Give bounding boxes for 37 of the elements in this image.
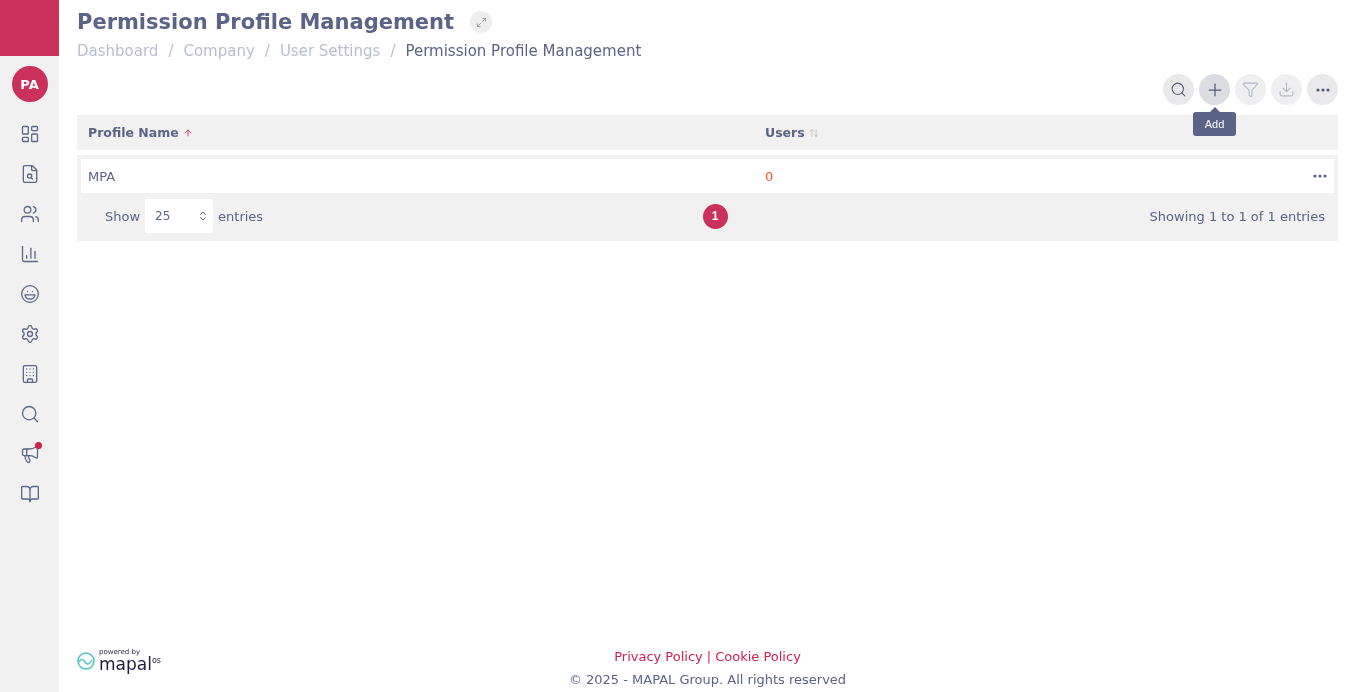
- settings-icon[interactable]: [19, 324, 40, 344]
- table-cell-text: MPA: [88, 168, 117, 184]
- page-size-select[interactable]: 25: [145, 199, 214, 233]
- link-separator: |: [706, 649, 712, 664]
- download-icon: [1278, 81, 1295, 98]
- more-icon: [1315, 87, 1330, 92]
- breadcrumb-separator: /: [390, 42, 396, 60]
- tooltip: Add: [1192, 112, 1237, 136]
- megaphone-icon[interactable]: [19, 444, 40, 464]
- expand-icon: [475, 16, 487, 28]
- show-label: Show: [105, 208, 141, 224]
- copyright-text: © 2025 - MAPAL Group. All rights reserved: [568, 672, 847, 687]
- filter-icon: [1242, 81, 1259, 98]
- breadcrumb-link[interactable]: Permission Profile Management: [405, 42, 642, 60]
- entries-label: entries: [218, 208, 264, 224]
- page-title: Permission Profile Management: [77, 10, 455, 34]
- policy-link[interactable]: Cookie Policy: [715, 649, 801, 664]
- breadcrumb-separator: /: [168, 42, 174, 60]
- breadcrumb-separator: /: [264, 42, 270, 60]
- table-cell: 0: [765, 168, 774, 184]
- dashboard-icon[interactable]: [19, 124, 40, 144]
- bar-chart-icon[interactable]: [19, 244, 40, 264]
- entries-info: Showing 1 to 1 of 1 entries: [1149, 208, 1325, 224]
- search-icon: [1170, 81, 1187, 98]
- column-header[interactable]: Profile Name: [88, 125, 179, 140]
- column-header[interactable]: Users: [765, 125, 805, 140]
- tooltip-arrow: [1209, 107, 1220, 112]
- policy-link[interactable]: Privacy Policy: [614, 649, 703, 664]
- brand-bar: [0, 0, 59, 56]
- user-avatar[interactable]: PA: [11, 66, 48, 102]
- search-icon[interactable]: [19, 404, 40, 424]
- row-more-icon: [1313, 174, 1327, 178]
- smiley-icon[interactable]: [19, 284, 40, 304]
- page-button[interactable]: 1: [702, 203, 728, 229]
- sort-ascending-icon[interactable]: [182, 127, 193, 138]
- users-icon[interactable]: [19, 204, 40, 224]
- search-button[interactable]: [1163, 74, 1194, 105]
